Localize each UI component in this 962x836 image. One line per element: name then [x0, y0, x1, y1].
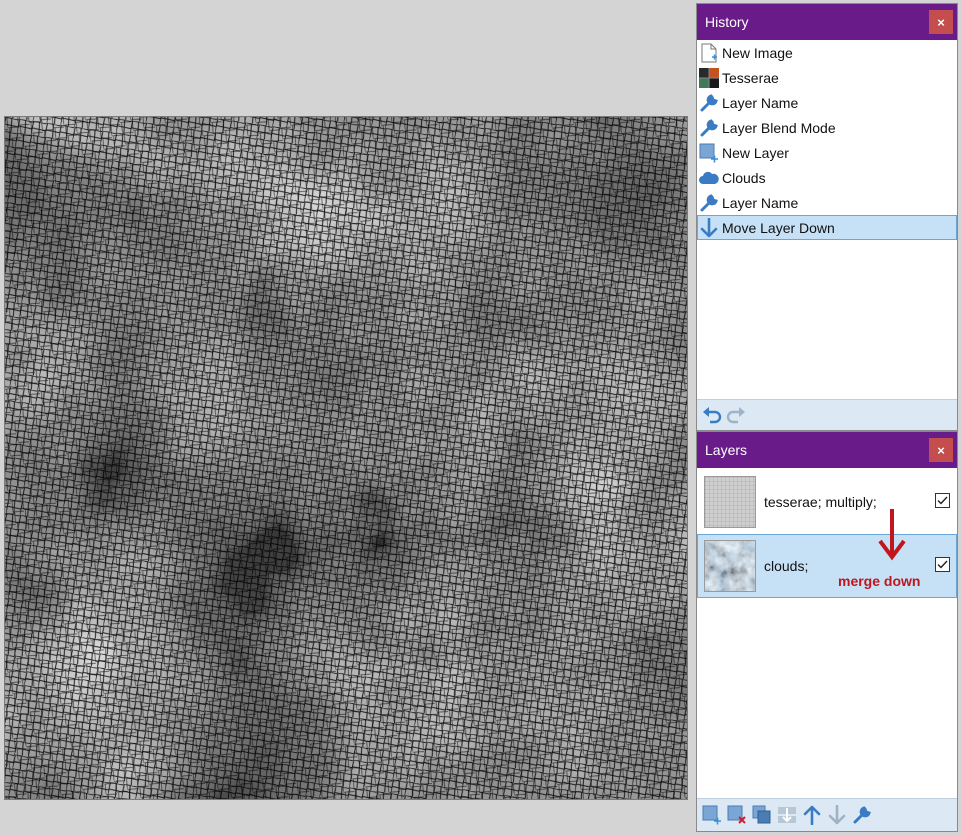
- history-item-new-image[interactable]: New Image: [697, 40, 957, 65]
- layer-properties-icon[interactable]: [851, 804, 873, 826]
- layer-row-clouds[interactable]: clouds; merge down: [697, 509, 957, 598]
- history-item-label: New Layer: [722, 144, 789, 161]
- wrench-icon: [698, 92, 720, 114]
- new-layer-icon: [698, 142, 720, 164]
- history-list: New Image Tesserae Layer Name Layer Blen…: [697, 40, 957, 400]
- history-item-new-layer[interactable]: New Layer: [697, 140, 957, 165]
- layers-list: tesserae; multiply; clouds; merge down: [697, 468, 957, 799]
- layer-name: tesserae; multiply;: [764, 494, 877, 510]
- move-layer-down-icon[interactable]: [826, 804, 848, 826]
- layer-thumbnail: [704, 540, 756, 592]
- merge-down-annotation: merge down: [838, 573, 921, 589]
- history-close-button[interactable]: ×: [929, 10, 953, 34]
- duplicate-layer-icon[interactable]: [751, 804, 773, 826]
- history-item-label: Clouds: [722, 169, 766, 186]
- image-canvas[interactable]: [4, 116, 688, 800]
- history-item-label: Tesserae: [722, 69, 779, 86]
- layers-panel: Layers × tesserae; multiply; clouds; mer…: [696, 431, 958, 832]
- redo-icon[interactable]: [725, 404, 747, 426]
- history-item-move-layer-down[interactable]: Move Layer Down: [697, 215, 957, 240]
- history-item-label: Layer Name: [722, 94, 799, 111]
- new-image-icon: [698, 42, 720, 64]
- history-item-tesserae[interactable]: Tesserae: [697, 65, 957, 90]
- add-layer-icon[interactable]: [701, 804, 723, 826]
- layers-toolbar: [697, 798, 957, 831]
- history-item-label: Move Layer Down: [722, 219, 835, 236]
- clouds-icon: [698, 167, 720, 189]
- history-title: History: [705, 14, 749, 30]
- layers-title: Layers: [705, 442, 748, 458]
- history-toolbar: [697, 399, 957, 430]
- merge-layer-down-icon[interactable]: [776, 804, 798, 826]
- tesserae-icon: [698, 67, 720, 89]
- history-panel: History × New Image Tesserae Layer Name: [696, 3, 958, 431]
- undo-icon[interactable]: [701, 404, 723, 426]
- delete-layer-icon[interactable]: [726, 804, 748, 826]
- move-layer-up-icon[interactable]: [801, 804, 823, 826]
- wrench-icon: [698, 117, 720, 139]
- layers-close-button[interactable]: ×: [929, 438, 953, 462]
- arrow-down-icon: [698, 217, 720, 239]
- history-item-layer-blend-mode[interactable]: Layer Blend Mode: [697, 115, 957, 140]
- history-item-label: Layer Name: [722, 194, 799, 211]
- canvas-image: [5, 117, 687, 799]
- layer-visibility-checkbox[interactable]: [935, 493, 950, 508]
- layer-name: clouds;: [764, 558, 809, 574]
- history-item-label: New Image: [722, 44, 793, 61]
- history-header: History ×: [697, 4, 957, 40]
- annotation-arrow-icon: [876, 507, 908, 568]
- layer-thumbnail: [704, 476, 756, 528]
- layer-visibility-checkbox[interactable]: [935, 557, 950, 572]
- layers-header: Layers ×: [697, 432, 957, 468]
- history-item-label: Layer Blend Mode: [722, 119, 836, 136]
- wrench-icon: [698, 192, 720, 214]
- history-item-layer-name-2[interactable]: Layer Name: [697, 190, 957, 215]
- history-item-layer-name[interactable]: Layer Name: [697, 90, 957, 115]
- layer-row-tesserae[interactable]: tesserae; multiply;: [697, 470, 957, 534]
- history-item-clouds[interactable]: Clouds: [697, 165, 957, 190]
